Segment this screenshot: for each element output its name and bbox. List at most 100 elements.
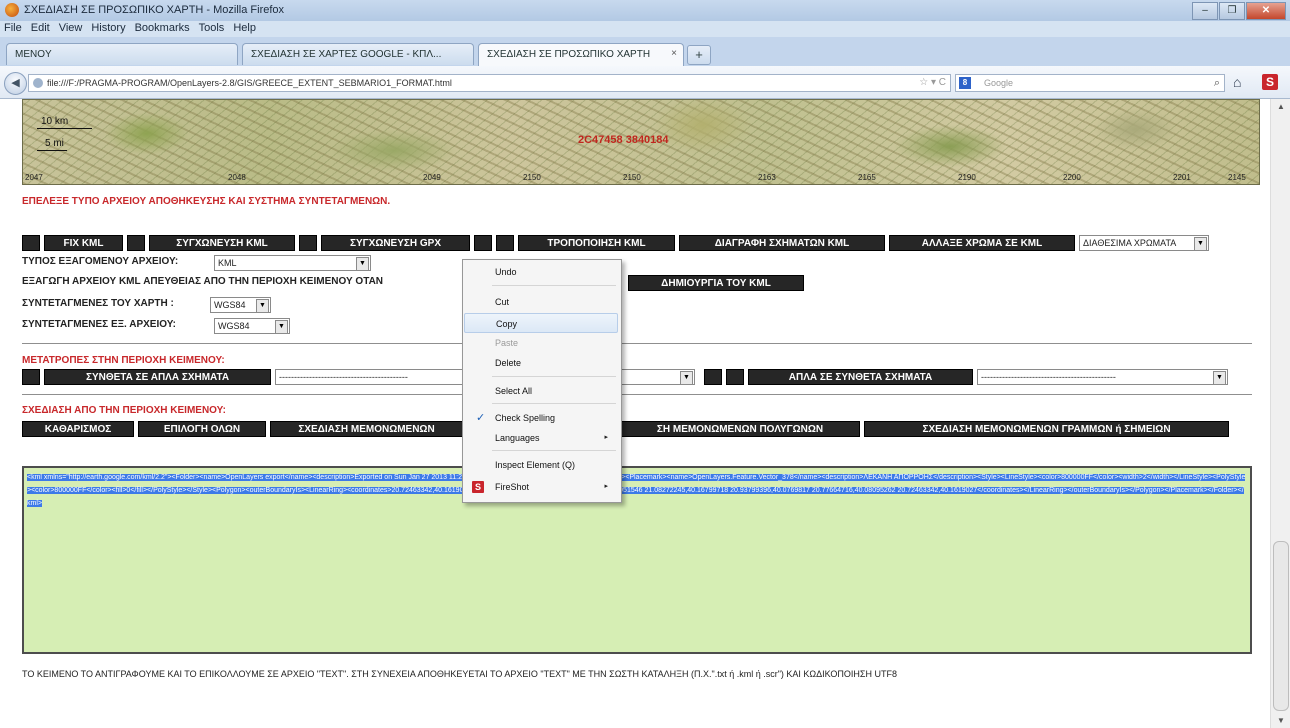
create-kml-button[interactable]: ΔΗΜΙΟΥΡΓΙΑ ΤΟΥ KML xyxy=(628,275,804,291)
home-icon[interactable]: ⌂ xyxy=(1233,74,1241,90)
grid-label: 2145 xyxy=(1228,173,1246,182)
ctx-delete[interactable]: Delete xyxy=(464,353,618,373)
scale-line-mi xyxy=(37,150,67,151)
fireshot-toolbar-icon[interactable]: S xyxy=(1262,74,1278,90)
bookmark-star-reload-icons[interactable]: ☆ ▾ C xyxy=(919,75,946,91)
check-icon: ✓ xyxy=(476,412,486,424)
kml-textarea[interactable]: <kml xmlns="http://earth.google.com/kml/… xyxy=(22,466,1252,654)
ctx-undo[interactable]: Undo xyxy=(464,262,618,282)
context-menu: Undo Cut Copy Paste Delete Select All ✓ C… xyxy=(462,259,622,503)
toolbar-spacer xyxy=(496,235,514,251)
url-text: file:///F:/PRAGMA-PROGRAM/OpenLayers-2.8… xyxy=(47,78,452,88)
ctx-label: Languages xyxy=(495,433,540,443)
site-identity-icon[interactable] xyxy=(33,78,43,88)
simple-to-compound-button[interactable]: ΑΠΛΑ ΣΕ ΣΥΝΘΕΤΑ ΣΧΗΜΑΤΑ xyxy=(748,369,973,385)
grid-label: 2049 xyxy=(423,173,441,182)
instructions-text: ΤΟ ΚΕΙΜΕΝΟ ΤΟ ΑΝΤΙΓΡΑΦΟΥΜΕ ΚΑΙ ΤΟ ΕΠΙΚΟΛ… xyxy=(22,669,897,679)
menu-bookmarks[interactable]: Bookmarks xyxy=(131,21,195,34)
select-value: KML xyxy=(218,258,237,268)
fix-kml-button[interactable]: FIX KML xyxy=(44,235,123,251)
search-engine-icon[interactable]: 8 xyxy=(959,77,971,89)
ctx-separator xyxy=(492,285,616,286)
toolbar-spacer xyxy=(22,235,40,251)
menu-view[interactable]: View xyxy=(55,21,88,34)
draw-single-lines-points-button[interactable]: ΣΧΕΔΙΑΣΗ ΜΕΜΟΝΩΜΕΝΩΝ ΓΡΑΜΜΩΝ ή ΣΗΜΕΙΩΝ xyxy=(864,421,1229,437)
tab-label: ΣΧΕΔΙΑΣΗ ΣΕ ΧΑΡΤΕΣ GOOGLE - ΚΠΛ... xyxy=(251,49,442,60)
navigation-bar: ◀ file:///F:/PRAGMA-PROGRAM/OpenLayers-2… xyxy=(0,66,1290,99)
delete-kml-shapes-button[interactable]: ΔΙΑΓΡΑΦΗ ΣΧΗΜΑΤΩΝ KML xyxy=(679,235,885,251)
chevron-down-icon: ▼ xyxy=(680,371,693,384)
select-value: ΔΙΑΘΕΣΙΜΑ ΧΡΩΜΑΤΑ xyxy=(1083,238,1177,248)
toolbar-spacer xyxy=(726,369,744,385)
grid-label: 2190 xyxy=(958,173,976,182)
menu-edit[interactable]: Edit xyxy=(27,21,55,34)
search-placeholder: Google xyxy=(984,78,1014,88)
select-value: WGS84 xyxy=(214,300,246,310)
grid-label: 2048 xyxy=(228,173,246,182)
scroll-up-icon[interactable]: ▲ xyxy=(1277,102,1285,111)
simple-shapes-select[interactable]: ----------------------------------------… xyxy=(977,369,1228,385)
grid-label: 2163 xyxy=(758,173,776,182)
select-all-button[interactable]: ΕΠΙΛΟΓΗ ΟΛΩΝ xyxy=(138,421,266,437)
file-coords-label: ΣΥΝΤΕΤΑΓΜΕΝΕΣ ΕΞ. ΑΡΧΕΙΟΥ: xyxy=(22,319,176,330)
tab-label: ΣΧΕΔΙΑΣΗ ΣΕ ΠΡΟΣΩΠΙΚΟ ΧΑΡΤΗ xyxy=(487,49,651,60)
file-coords-select[interactable]: WGS84 ▼ xyxy=(214,318,290,334)
tab-google-maps-drawing[interactable]: ΣΧΕΔΙΑΣΗ ΣΕ ΧΑΡΤΕΣ GOOGLE - ΚΠΛ... xyxy=(242,43,474,65)
merge-kml-button[interactable]: ΣΥΓΧΩΝΕΥΣΗ KML xyxy=(149,235,295,251)
modify-kml-button[interactable]: ΤΡΟΠΟΠΟΙΗΣΗ KML xyxy=(518,235,675,251)
tab-personal-map-drawing[interactable]: ΣΧΕΔΙΑΣΗ ΣΕ ΠΡΟΣΩΠΙΚΟ ΧΑΡΤΗ × xyxy=(478,43,684,66)
file-type-label: ΤΥΠΟΣ ΕΞΑΓΟΜΕΝΟΥ ΑΡΧΕΙΟΥ: xyxy=(22,256,179,267)
menu-bar: File Edit View History Bookmarks Tools Help xyxy=(0,21,1290,37)
change-kml-color-button[interactable]: ΑΛΛΑΞΕ ΧΡΩΜΑ ΣΕ KML xyxy=(889,235,1075,251)
firefox-icon xyxy=(5,3,19,17)
select-value: ----------------------------------------… xyxy=(981,372,1116,382)
ctx-inspect-element[interactable]: Inspect Element (Q) xyxy=(464,455,618,475)
tab-menoy[interactable]: MENOY xyxy=(6,43,238,65)
merge-gpx-button[interactable]: ΣΥΓΧΩΝΕΥΣΗ GPX xyxy=(321,235,470,251)
window-title: ΣΧΕΔΙΑΣΗ ΣΕ ΠΡΟΣΩΠΙΚΟ ΧΑΡΤΗ - Mozilla Fi… xyxy=(24,4,285,16)
minimize-button[interactable]: – xyxy=(1192,2,1218,20)
file-type-select[interactable]: KML ▼ xyxy=(214,255,371,271)
url-bar[interactable]: file:///F:/PRAGMA-PROGRAM/OpenLayers-2.8… xyxy=(28,74,951,92)
available-colors-select[interactable]: ΔΙΑΘΕΣΙΜΑ ΧΡΩΜΑΤΑ ▼ xyxy=(1079,235,1209,251)
ctx-languages[interactable]: Languages ▸ xyxy=(464,428,618,448)
ctx-fireshot[interactable]: S FireShot ▸ xyxy=(464,477,618,497)
ctx-cut[interactable]: Cut xyxy=(464,292,618,312)
tab-label: MENOY xyxy=(15,49,52,60)
vertical-scrollbar[interactable]: ▲ ▼ xyxy=(1270,99,1290,728)
close-window-button[interactable]: ✕ xyxy=(1246,2,1286,20)
map-coords-select[interactable]: WGS84 ▼ xyxy=(210,297,271,313)
close-tab-icon[interactable]: × xyxy=(671,48,677,59)
ctx-separator xyxy=(492,376,616,377)
draw-single-polygons-button-right[interactable]: ΣΗ ΜΕΜΟΝΩΜΕΝΩΝ ΠΟΛΥΓΩΝΩΝ xyxy=(620,421,860,437)
draw-single-polygons-button[interactable]: ΣΧΕΔΙΑΣΗ ΜΕΜΟΝΩΜΕΝΩΝ xyxy=(270,421,463,437)
scrollbar-thumb[interactable] xyxy=(1273,541,1289,711)
search-icon[interactable]: ⌕ xyxy=(1214,75,1220,91)
window-titlebar: ΣΧΕΔΙΑΣΗ ΣΕ ΠΡΟΣΩΠΙΚΟ ΧΑΡΤΗ - Mozilla Fi… xyxy=(0,0,1290,22)
submenu-arrow-icon: ▸ xyxy=(604,483,608,490)
ctx-paste[interactable]: Paste xyxy=(464,333,618,353)
new-tab-button[interactable]: + xyxy=(687,45,711,65)
select-value: WGS84 xyxy=(218,321,250,331)
menu-help[interactable]: Help xyxy=(229,21,261,34)
map-grid-labels: 2047 2048 2049 2150 2150 2163 2165 2190 … xyxy=(23,170,1259,182)
menu-tools[interactable]: Tools xyxy=(195,21,230,34)
export-direct-label: ΕΞΑΓΩΓΗ ΑΡΧΕΙΟΥ KML ΑΠΕΥΘΕΙΑΣ ΑΠΟ ΤΗΝ ΠΕ… xyxy=(22,276,384,287)
back-button[interactable]: ◀ xyxy=(4,72,27,95)
ctx-separator xyxy=(492,403,616,404)
toolbar-spacer xyxy=(299,235,317,251)
ctx-copy[interactable]: Copy xyxy=(464,313,618,333)
clear-button[interactable]: ΚΑΘΑΡΙΣΜΟΣ xyxy=(22,421,134,437)
mouse-position: 2C47458 3840184 xyxy=(578,134,669,146)
ctx-check-spelling[interactable]: ✓ Check Spelling xyxy=(464,408,618,428)
search-input[interactable]: 8 Google ⌕ xyxy=(955,74,1225,92)
ctx-select-all[interactable]: Select All xyxy=(464,381,618,401)
menu-file[interactable]: File xyxy=(0,21,27,34)
menu-history[interactable]: History xyxy=(87,21,130,34)
maximize-button[interactable]: ❐ xyxy=(1219,2,1245,20)
map-viewport[interactable]: 10 km 5 mi 2C47458 3840184 2047 2048 204… xyxy=(22,99,1260,185)
window-controls: – ❐ ✕ xyxy=(1192,2,1286,20)
chevron-down-icon: ▼ xyxy=(275,320,288,333)
scroll-down-icon[interactable]: ▼ xyxy=(1277,716,1285,725)
compound-to-simple-button[interactable]: ΣΥΝΘΕΤΑ ΣΕ ΑΠΛΑ ΣΧΗΜΑΤΑ xyxy=(44,369,271,385)
